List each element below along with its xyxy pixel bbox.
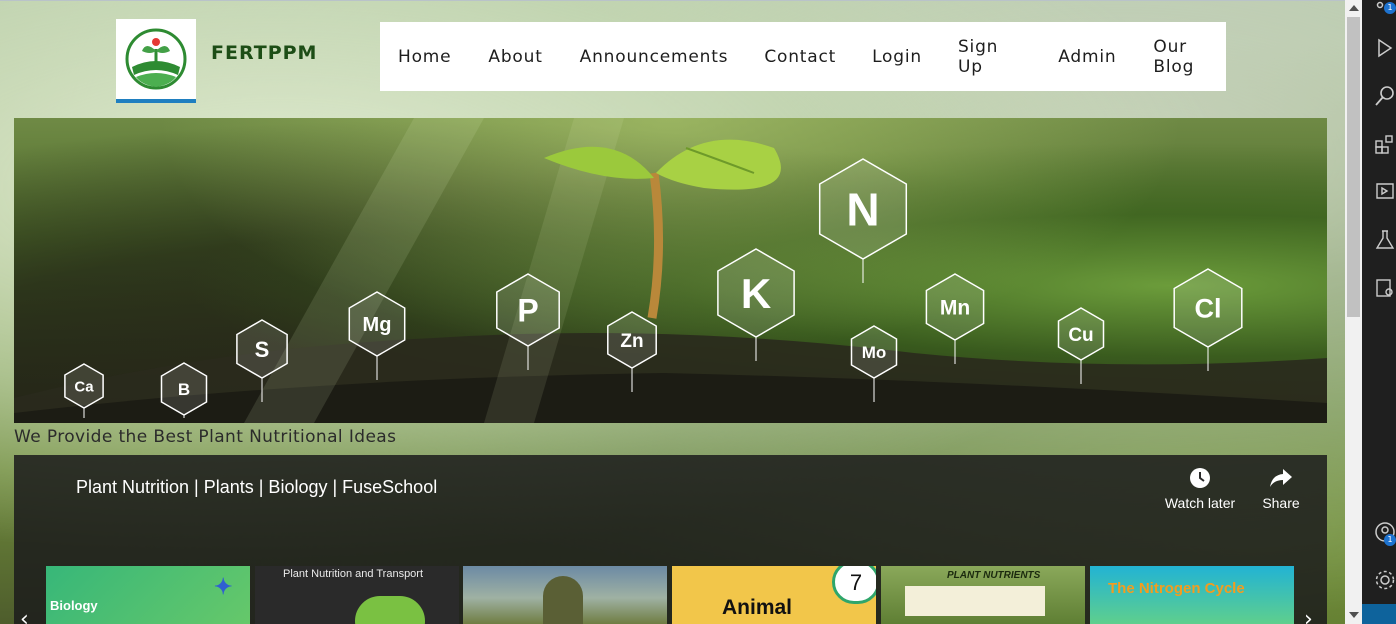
nutrient-hexagon-zn: Zn xyxy=(607,311,657,392)
element-symbol: P xyxy=(517,293,538,329)
scrollbar-thumb[interactable] xyxy=(1347,17,1360,317)
share-label: Share xyxy=(1262,495,1300,511)
tree-shape xyxy=(543,576,583,624)
logo-underline xyxy=(116,99,196,103)
video-thumbnail-3[interactable] xyxy=(463,566,667,624)
video-thumbnail-6[interactable]: The Nitrogen Cycle xyxy=(1090,566,1294,624)
testing-icon[interactable] xyxy=(1373,228,1396,252)
watch-later-button[interactable]: Watch later xyxy=(1160,467,1240,511)
page-top-border xyxy=(0,0,1345,1)
episode-badge: 7 xyxy=(832,566,876,604)
nav-login[interactable]: Login xyxy=(872,47,922,67)
nutrient-table xyxy=(905,586,1045,616)
thumbnail-label: Plant Nutrition and Transport xyxy=(283,568,424,580)
element-symbol: Zn xyxy=(620,331,643,352)
nutrient-hexagon-mg: Mg xyxy=(348,291,406,380)
main-nav: Home About Announcements Contact Login S… xyxy=(380,22,1226,91)
video-thumbnail-2[interactable]: Plant Nutrition and Transport xyxy=(255,566,459,624)
video-thumbnail-4[interactable]: Animal 7 xyxy=(672,566,876,624)
element-symbol: S xyxy=(255,337,270,362)
extensions-icon[interactable] xyxy=(1373,132,1396,156)
settings-gear-icon[interactable] xyxy=(1373,568,1396,592)
element-symbol: K xyxy=(741,270,771,317)
leaf-logo-icon xyxy=(125,28,187,90)
nutrient-hexagon-s: S xyxy=(236,319,288,402)
site-logo[interactable] xyxy=(116,19,196,103)
watch-later-label: Watch later xyxy=(1164,495,1236,511)
nav-about[interactable]: About xyxy=(488,47,542,67)
nutrient-hexagon-cu: Cu xyxy=(1057,307,1105,384)
brand-name[interactable]: FERTPPM xyxy=(211,42,317,64)
nutrient-hexagon-k: K xyxy=(717,248,795,361)
video-thumbnail-1[interactable]: Biology ✦ xyxy=(46,566,250,624)
element-symbol: Mn xyxy=(940,297,970,320)
hero-banner-image: Ca B S Mg P Zn K N Mo Mn Cu Cl xyxy=(14,118,1327,423)
element-symbol: Ca xyxy=(74,378,94,395)
web-page: FERTPPM Home About Announcements Contact… xyxy=(0,0,1345,624)
nutrient-hexagon-n: N xyxy=(818,158,908,283)
nutrient-hexagon-cl: Cl xyxy=(1173,268,1243,371)
run-debug-icon[interactable] xyxy=(1373,36,1396,60)
thumbnail-label: PLANT NUTRIENTS xyxy=(947,570,1041,581)
element-symbol: B xyxy=(178,380,190,399)
share-button[interactable]: Share xyxy=(1260,467,1302,511)
scroll-up-arrow-icon[interactable] xyxy=(1349,5,1359,11)
element-symbol: Cl xyxy=(1195,294,1222,324)
nutrient-hexagon-mo: Mo xyxy=(850,325,898,402)
thumbnail-label: Biology xyxy=(50,598,98,613)
nutrient-hexagon-p: P xyxy=(496,273,560,370)
dna-icon: ✦ xyxy=(214,574,233,599)
tagline-heading: We Provide the Best Plant Nutritional Id… xyxy=(14,427,397,447)
source-control-badge: 1 xyxy=(1384,2,1396,14)
scroll-down-arrow-icon[interactable] xyxy=(1349,612,1359,618)
thumbnail-label: The Nitrogen Cycle xyxy=(1108,580,1245,597)
video-thumbnail-5[interactable]: PLANT NUTRIENTS xyxy=(881,566,1085,624)
element-symbol: Cu xyxy=(1068,325,1093,346)
account-badge: 1 xyxy=(1384,534,1396,546)
carousel-next-icon[interactable]: › xyxy=(1304,607,1313,624)
search-icon[interactable] xyxy=(1373,84,1396,108)
nutrient-hexagon-ca: Ca xyxy=(64,363,104,418)
nav-announcements[interactable]: Announcements xyxy=(580,47,729,67)
video-title[interactable]: Plant Nutrition | Plants | Biology | Fus… xyxy=(76,477,437,498)
nav-contact[interactable]: Contact xyxy=(764,47,836,67)
docker-icon[interactable] xyxy=(1373,276,1396,300)
nutrient-hexagon-b: B xyxy=(160,362,208,418)
share-arrow-icon xyxy=(1270,469,1292,487)
nav-our-blog[interactable]: Our Blog xyxy=(1153,37,1226,77)
nav-sign-up[interactable]: Sign Up xyxy=(958,37,1022,77)
nutrient-hexagons: Ca B S Mg P Zn K N Mo Mn Cu Cl xyxy=(64,158,1243,418)
element-symbol: Mo xyxy=(862,343,887,362)
thumbnail-label: Animal xyxy=(722,596,793,619)
element-symbol: N xyxy=(846,184,879,236)
embedded-video-player[interactable]: Plant Nutrition | Plants | Biology | Fus… xyxy=(14,455,1327,624)
remote-indicator-icon[interactable] xyxy=(1362,604,1396,624)
element-symbol: Mg xyxy=(363,314,392,336)
nav-admin[interactable]: Admin xyxy=(1058,47,1116,67)
nutrient-hexagon-mn: Mn xyxy=(925,273,985,364)
nav-home[interactable]: Home xyxy=(398,47,451,67)
remote-explorer-icon[interactable] xyxy=(1373,180,1396,204)
carousel-prev-icon[interactable]: ‹ xyxy=(20,607,29,624)
clock-icon xyxy=(1190,468,1210,488)
leaf-shape xyxy=(355,596,425,624)
